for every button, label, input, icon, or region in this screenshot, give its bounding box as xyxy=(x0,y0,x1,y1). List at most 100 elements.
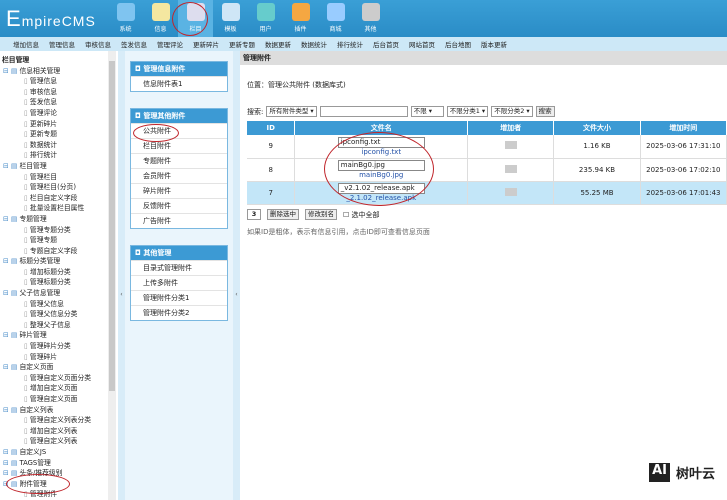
top-nav-item[interactable]: 插件 xyxy=(283,0,318,37)
splitter-left[interactable]: ‹ xyxy=(118,51,125,500)
quick-menu-link[interactable]: 更新专题 xyxy=(229,39,255,49)
tree-item[interactable]: 标题分类管理 xyxy=(0,256,118,267)
delete-selected-button[interactable]: 删除选中 xyxy=(267,209,299,220)
tree-item[interactable]: 管理自定义列表 xyxy=(0,436,118,447)
tree-item[interactable]: 管理专题分类 xyxy=(0,225,118,236)
menu-box: 管理信息附件信息附件表1 xyxy=(130,61,228,92)
splitter-mid[interactable]: ‹ xyxy=(233,51,240,500)
adder-cell xyxy=(467,135,555,159)
tree-item[interactable]: 管理信息 xyxy=(0,76,118,87)
tree-item[interactable]: 管理标题分类 xyxy=(0,277,118,288)
tree-item[interactable]: 增加自定义页面 xyxy=(0,383,118,394)
menu-box-item[interactable]: 信息附件表1 xyxy=(131,76,227,91)
tree-item[interactable]: 管理自定义页面 xyxy=(0,394,118,405)
tree-item[interactable]: 信息相关管理 xyxy=(0,66,118,77)
tree-item[interactable]: 专题自定义字段 xyxy=(0,246,118,257)
select-all-checkbox[interactable]: ☐ 选中全部 xyxy=(343,210,380,220)
tree-item[interactable]: 栏目管理 xyxy=(0,161,118,172)
menu-box-item[interactable]: 专题附件 xyxy=(131,153,227,168)
annotation-circle xyxy=(6,474,70,494)
menu-box-item[interactable]: 管理附件分类1 xyxy=(131,290,227,305)
tree-item[interactable]: 栏目自定义字段 xyxy=(0,193,118,204)
top-nav-item[interactable]: 商城 xyxy=(318,0,353,37)
table-row[interactable]: 8 mainBg0.jpg mainBg0.jpg 235.94 KB 2025-03-… xyxy=(247,158,727,182)
tree-item[interactable]: 自定义列表 xyxy=(0,405,118,416)
quick-menu-link[interactable]: 后台地图 xyxy=(445,39,471,49)
menu-box-item[interactable]: 会员附件 xyxy=(131,168,227,183)
tree-item[interactable]: 增加自定义列表 xyxy=(0,426,118,437)
limit-select[interactable]: 不限 ▾ xyxy=(410,106,444,117)
search-input[interactable] xyxy=(319,106,408,117)
tree-item[interactable]: 自定义页面 xyxy=(0,362,118,373)
menu-box-item[interactable]: 广告附件 xyxy=(131,213,227,228)
tree-item[interactable]: 增加标题分类 xyxy=(0,267,118,278)
id-cell[interactable]: 7 xyxy=(247,181,296,205)
table-row[interactable]: 9 ipconfig.txt ipconfig.txt 1.16 KB 2025-03-… xyxy=(247,135,727,159)
quick-menu-link[interactable]: 数据更新 xyxy=(265,39,291,49)
tree-item[interactable]: TAGS管理 xyxy=(0,458,118,469)
top-nav-item[interactable]: 用户 xyxy=(248,0,283,37)
column-header: 增加者 xyxy=(467,121,555,135)
menu-box-item[interactable]: 管理附件分类2 xyxy=(131,305,227,320)
table-row[interactable]: 7 _v2.1.02_release.apk _2.1.02_release.apk… xyxy=(247,181,727,205)
tree-item[interactable]: 管理父信息 xyxy=(0,299,118,310)
nav-icon xyxy=(256,3,275,21)
tree-item[interactable]: 管理自定义页面分类 xyxy=(0,373,118,384)
class2-select[interactable]: 不限分类2 ▾ xyxy=(491,106,533,117)
tree-item[interactable]: 签发信息 xyxy=(0,97,118,108)
class1-select[interactable]: 不限分类1 ▾ xyxy=(446,106,489,117)
quick-menu-link[interactable]: 网站首页 xyxy=(409,39,435,49)
tree-item[interactable]: 自定义JS xyxy=(0,447,118,458)
tree-item[interactable]: 更新碎片 xyxy=(0,119,118,130)
annotation-circle xyxy=(133,124,179,142)
tree-item[interactable]: 管理评论 xyxy=(0,108,118,119)
tree-item[interactable]: 管理碎片 xyxy=(0,352,118,363)
menu-box-item[interactable]: 反馈附件 xyxy=(131,198,227,213)
column-header: 增加时间 xyxy=(640,121,727,135)
quick-menu-link[interactable]: 数据统计 xyxy=(301,39,327,49)
quick-menu-link[interactable]: 管理评论 xyxy=(157,39,183,49)
redacted-user xyxy=(504,141,517,150)
quick-menu-link[interactable]: 版本更新 xyxy=(481,39,507,49)
tree-item[interactable]: 管理栏目 xyxy=(0,172,118,183)
scrollbar[interactable] xyxy=(108,51,116,500)
tree-item[interactable]: 管理父信息分类 xyxy=(0,309,118,320)
tree-item[interactable]: 审核信息 xyxy=(0,87,118,98)
menu-box-item[interactable]: 碎片附件 xyxy=(131,183,227,198)
top-nav-item[interactable]: 模板 xyxy=(213,0,248,37)
tree-item[interactable]: 排行统计 xyxy=(0,150,118,161)
id-cell[interactable]: 8 xyxy=(247,158,296,182)
type-select[interactable]: 所有附件类型 ▾ xyxy=(266,106,317,117)
column-header: ID xyxy=(247,121,296,135)
quick-menu-link[interactable]: 审核信息 xyxy=(85,39,111,49)
quick-menu-link[interactable]: 管理信息 xyxy=(49,39,75,49)
quick-menu-link[interactable]: 增加信息 xyxy=(13,39,39,49)
search-button[interactable]: 搜索 xyxy=(535,106,555,117)
id-cell[interactable]: 9 xyxy=(247,135,296,159)
menu-box-item[interactable]: 目录式管理附件 xyxy=(131,260,227,275)
quick-menu-link[interactable]: 签发信息 xyxy=(121,39,147,49)
tree-item[interactable]: 更新专题 xyxy=(0,129,118,140)
quick-menu-link[interactable]: 后台首页 xyxy=(373,39,399,49)
tree-item[interactable]: 批量设置栏目属性 xyxy=(0,203,118,214)
menu-box-item[interactable]: 上传多附件 xyxy=(131,275,227,290)
rename-button[interactable]: 修改别名 xyxy=(305,209,337,220)
tree-item[interactable]: 管理自定义列表分类 xyxy=(0,415,118,426)
tree-item[interactable]: 专题管理 xyxy=(0,214,118,225)
tree-item[interactable]: 碎片管理 xyxy=(0,330,118,341)
top-nav-item[interactable]: 系统 xyxy=(108,0,143,37)
tree-item[interactable]: 整理父子信息 xyxy=(0,320,118,331)
menu-box-title: 管理其他附件 xyxy=(131,109,227,123)
tree-item[interactable]: 管理专题 xyxy=(0,235,118,246)
top-nav-item[interactable]: 其他 xyxy=(353,0,388,37)
tree-item[interactable]: 管理碎片分类 xyxy=(0,341,118,352)
search-label: 搜索: xyxy=(247,107,264,116)
page-number[interactable]: 3 xyxy=(247,209,261,220)
tree-item[interactable]: 父子信息管理 xyxy=(0,288,118,299)
tree-item[interactable]: 栏目管理 xyxy=(0,55,118,66)
tree-item[interactable]: 数据统计 xyxy=(0,140,118,151)
nav-label: 插件 xyxy=(294,26,307,33)
tree-item[interactable]: 管理栏目(分页) xyxy=(0,182,118,193)
quick-menu-link[interactable]: 排行统计 xyxy=(337,39,363,49)
quick-menu-link[interactable]: 更新碎片 xyxy=(193,39,219,49)
